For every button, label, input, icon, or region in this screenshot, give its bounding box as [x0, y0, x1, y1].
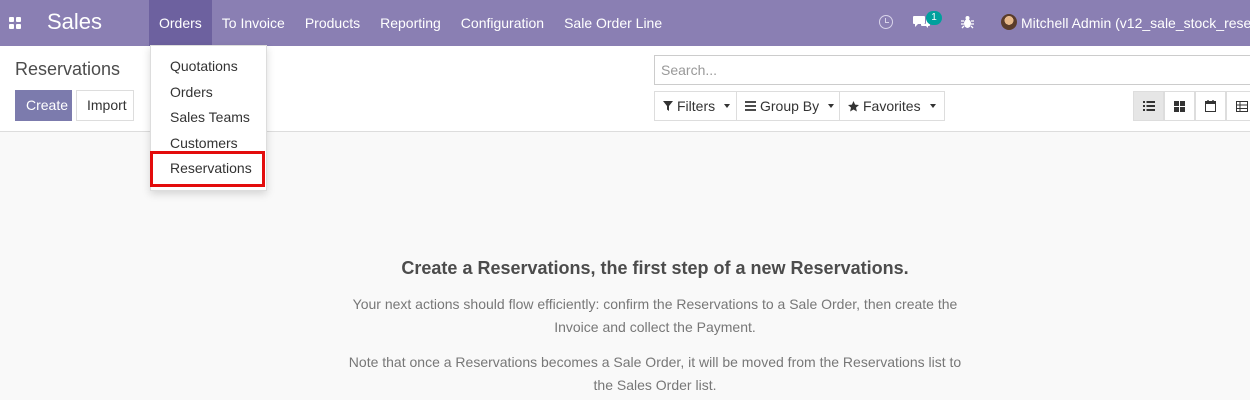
apps-menu-icon[interactable]: [9, 17, 21, 29]
group-by-label: Group By: [760, 98, 820, 114]
pivot-view-button[interactable]: [1226, 91, 1250, 121]
caret-down-icon: [724, 104, 731, 108]
avatar[interactable]: [1001, 14, 1017, 30]
menu-configuration[interactable]: Configuration: [451, 0, 554, 46]
dropdown-item-customers[interactable]: Customers: [151, 130, 266, 156]
group-by-button[interactable]: Group By: [736, 91, 844, 121]
main-menu: Orders To Invoice Products Reporting Con…: [149, 0, 672, 46]
orders-dropdown: Quotations Orders Sales Teams Customers …: [150, 45, 267, 191]
clock-icon[interactable]: [879, 15, 893, 29]
menu-products[interactable]: Products: [295, 0, 370, 46]
favorites-button[interactable]: Favorites: [839, 91, 945, 121]
star-icon: [848, 100, 859, 111]
list-view-button[interactable]: [1133, 91, 1164, 121]
kanban-view-button[interactable]: [1164, 91, 1195, 121]
caret-down-icon: [828, 104, 835, 108]
calendar-view-button[interactable]: [1195, 91, 1226, 121]
calendar-icon: [1205, 100, 1216, 112]
menu-reporting[interactable]: Reporting: [370, 0, 451, 46]
menu-sale-order-line[interactable]: Sale Order Line: [554, 0, 672, 46]
user-menu[interactable]: Mitchell Admin (v12_sale_stock_reservati…: [1021, 15, 1250, 31]
filters-label: Filters: [677, 98, 716, 114]
chat-badge: 1: [926, 11, 942, 25]
table-icon: [1235, 100, 1248, 112]
bars-icon: [745, 101, 756, 111]
help-title: Create a Reservations, the first step of…: [401, 258, 909, 278]
top-navbar: Sales Orders To Invoice Products Reporti…: [0, 0, 1250, 46]
favorites-label: Favorites: [863, 98, 921, 114]
list-icon: [1142, 101, 1155, 111]
dropdown-item-quotations[interactable]: Quotations: [151, 53, 266, 79]
dropdown-item-sales-teams[interactable]: Sales Teams: [151, 104, 266, 130]
dropdown-item-reservations[interactable]: Reservations: [151, 155, 266, 181]
help-paragraph: Your next actions should flow efficientl…: [352, 296, 958, 335]
empty-state-help: Create a Reservations, the first step of…: [325, 258, 985, 400]
search-input[interactable]: [654, 55, 1250, 85]
help-paragraph: Note that once a Reservations becomes a …: [348, 354, 962, 393]
filter-icon: [663, 101, 673, 111]
import-button[interactable]: Import: [76, 90, 134, 121]
menu-orders[interactable]: Orders: [149, 0, 212, 46]
page-title: Reservations: [15, 59, 121, 79]
filters-button[interactable]: Filters: [654, 91, 740, 121]
kanban-icon: [1174, 100, 1185, 112]
app-brand[interactable]: Sales: [47, 9, 102, 35]
create-button[interactable]: Create: [15, 90, 72, 121]
bug-icon[interactable]: [961, 15, 974, 29]
caret-down-icon: [929, 104, 936, 108]
menu-to-invoice[interactable]: To Invoice: [212, 0, 295, 46]
dropdown-item-orders[interactable]: Orders: [151, 79, 266, 105]
